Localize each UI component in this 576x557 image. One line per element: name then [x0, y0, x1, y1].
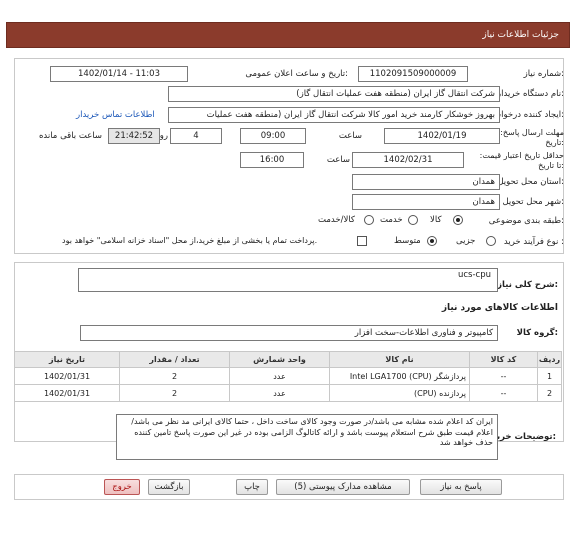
cell-code: -- [469, 367, 538, 385]
cell-row: 2 [537, 384, 562, 402]
table-row: 2 -- پردازنده (CPU) عدد 2 1402/01/31 [14, 384, 562, 402]
cell-code: -- [469, 384, 538, 402]
exit-button[interactable]: خروج [104, 479, 140, 495]
cell-row: 1 [537, 367, 562, 385]
announce-label: تاریخ و ساعت اعلان عمومی: [245, 69, 348, 79]
city-field: همدان [352, 194, 500, 210]
summary-label: شرح کلی نیاز: [497, 280, 558, 290]
cell-name: پردازشگر (CPU) Intel LGA1700 [329, 367, 470, 385]
province-field: همدان [352, 174, 500, 190]
cell-unit: عدد [229, 367, 330, 385]
category-goods-radio[interactable] [453, 215, 463, 225]
summary-field: ucs-cpu [78, 268, 498, 292]
notes-text: ایران کد اعلام شده مشابه می باشد/در صورت… [131, 417, 493, 447]
col-code: کد کالا [469, 351, 538, 368]
need-number-field: 1102091509000009 [358, 66, 468, 82]
days-field: 4 [170, 128, 222, 144]
province-label: استان محل تحویل: [497, 177, 564, 187]
category-service-radio[interactable] [408, 215, 418, 225]
treasury-payment-note: پرداخت تمام یا بخشی از مبلغ خرید،از محل … [62, 236, 318, 245]
table-row: 1 -- پردازشگر (CPU) Intel LGA1700 عدد 2 … [14, 367, 562, 385]
contact-buyer-link[interactable]: اطلاعات تماس خریدار [76, 110, 155, 120]
remaining-label: ساعت باقی مانده [38, 131, 102, 141]
process-minor-radio[interactable] [486, 236, 496, 246]
attachments-button[interactable]: مشاهده مدارک پیوستی (5) [276, 479, 410, 495]
goods-section-title: اطلاعات کالاهای مورد نیاز [441, 303, 558, 313]
validity-time-field: 16:00 [240, 152, 304, 168]
reply-button[interactable]: پاسخ به نیاز [420, 479, 502, 495]
need-number-label: شماره نیاز: [523, 69, 564, 79]
validity-time-label: ساعت [326, 155, 350, 165]
process-medium-label: متوسط [394, 236, 421, 246]
col-name: نام کالا [329, 351, 470, 368]
notes-box: ایران کد اعلام شده مشابه می باشد/در صورت… [116, 414, 498, 460]
process-label: نوع فرآیند خرید : [503, 237, 564, 247]
validity-date-field: 1402/02/31 [352, 152, 464, 168]
cell-name: پردازنده (CPU) [329, 384, 470, 402]
page-header: جزئیات اطلاعات نیاز [6, 22, 570, 48]
col-row: ردیف [537, 351, 562, 368]
process-minor-label: جزیی [456, 236, 476, 246]
announce-field: 1402/01/14 - 11:03 [50, 66, 188, 82]
back-button[interactable]: بازگشت [148, 479, 190, 495]
treasury-payment-checkbox[interactable] [357, 236, 367, 246]
creator-field: بهروز خوشکار کارمند خرید امور کالا شرکت … [168, 107, 500, 123]
cell-qty: 2 [119, 384, 230, 402]
remaining-time-field: 21:42:52 [108, 128, 160, 144]
summary-value: ucs-cpu [457, 270, 491, 280]
category-goods-label: کالا [430, 215, 442, 225]
category-label: طبقه بندی موضوعی: [488, 216, 564, 226]
col-qty: تعداد / مقدار [119, 351, 230, 368]
cell-unit: عدد [229, 384, 330, 402]
cell-date: 1402/01/31 [14, 367, 120, 385]
process-medium-radio[interactable] [427, 236, 437, 246]
goods-table: ردیف کد کالا نام کالا واحد شمارش تعداد /… [14, 351, 562, 402]
category-both-label: کالا/خدمت [318, 215, 355, 225]
deadline-date-field: 1402/01/19 [384, 128, 500, 144]
category-both-radio[interactable] [364, 215, 374, 225]
goods-table-header: ردیف کد کالا نام کالا واحد شمارش تعداد /… [14, 351, 562, 368]
goods-group-field: کامپیوتر و فناوری اطلاعات-سخت افزار [80, 325, 498, 341]
buyer-field: شرکت انتقال گاز ایران (منطقه هفت عملیات … [168, 86, 500, 102]
city-label: شهر محل تحویل: [502, 197, 564, 207]
category-service-label: خدمت [380, 215, 403, 225]
page-title: جزئیات اطلاعات نیاز [482, 30, 559, 40]
print-button[interactable]: چاپ [236, 479, 268, 495]
buyer-label: نام دستگاه خریدار: [497, 89, 564, 99]
col-date: تاریخ نیاز [14, 351, 120, 368]
goods-group-label: گروه کالا: [516, 328, 558, 338]
deadline-time-field: 09:00 [240, 128, 306, 144]
deadline-time-label: ساعت [338, 131, 362, 141]
col-unit: واحد شمارش [229, 351, 330, 368]
cell-date: 1402/01/31 [14, 384, 120, 402]
validity-label: حداقل تاریخ اعتبار قیمت: تا تاریخ: [479, 151, 564, 170]
cell-qty: 2 [119, 367, 230, 385]
